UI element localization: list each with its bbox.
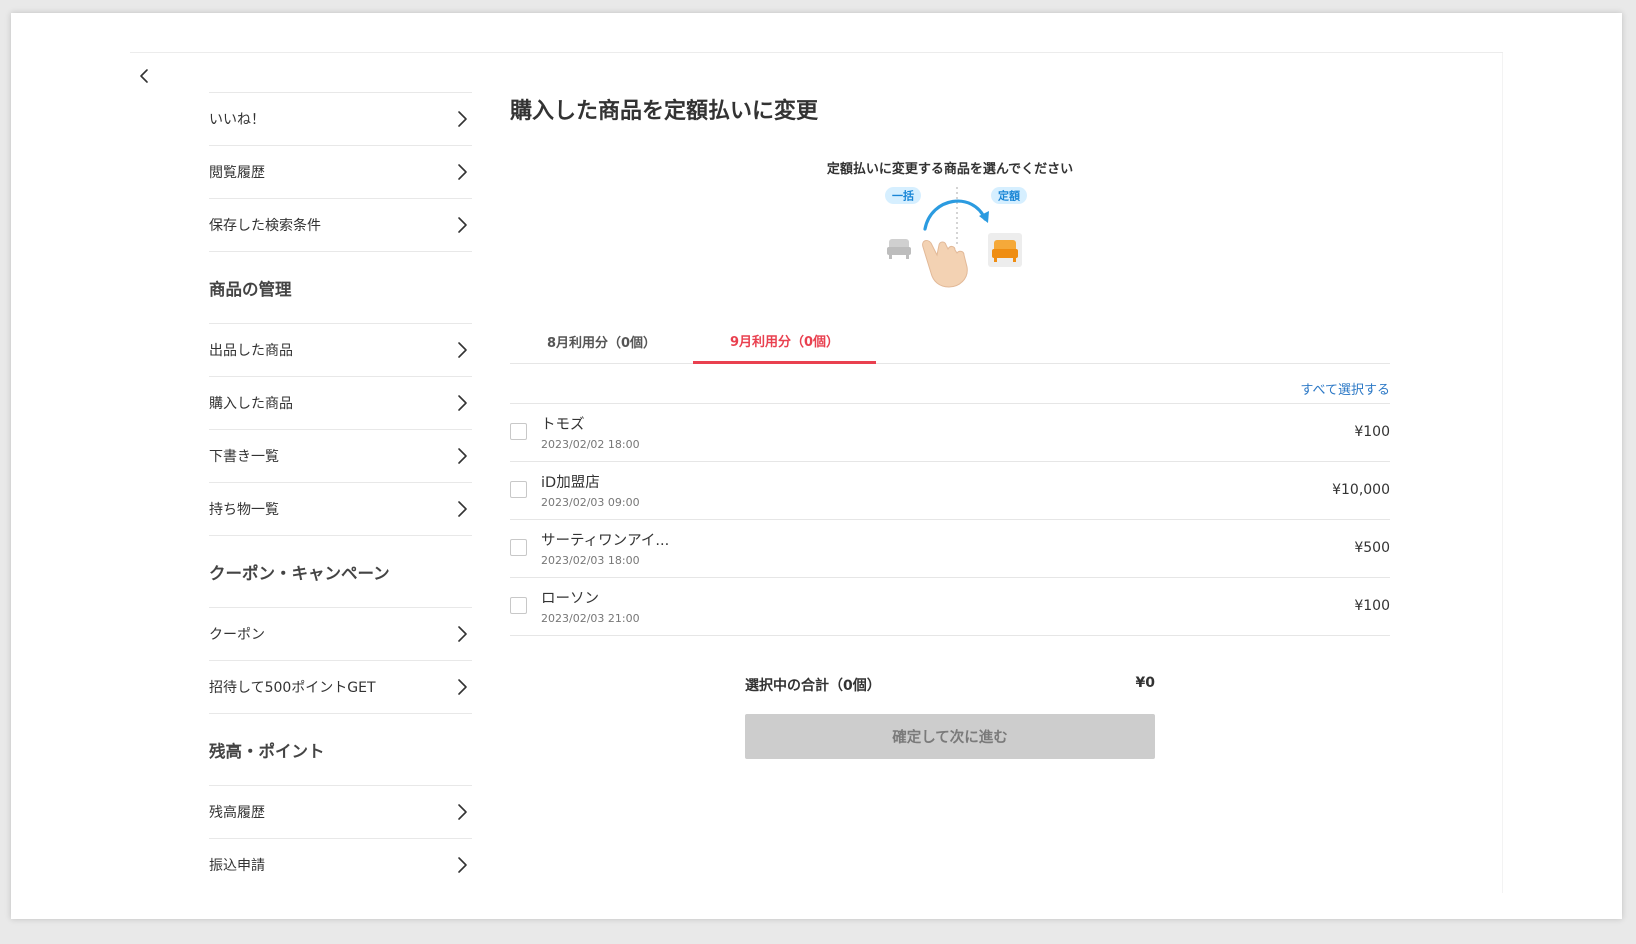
- item-amount: ¥10,000: [1332, 482, 1390, 498]
- chevron-right-icon: [458, 501, 467, 517]
- item-date: 2023/02/03 09:00: [541, 496, 640, 509]
- list-item: トモズ 2023/02/02 18:00 ¥100: [510, 404, 1390, 462]
- sidebar-item-invite[interactable]: 招待して500ポイントGET: [209, 660, 472, 713]
- sidebar-item-listed[interactable]: 出品した商品: [209, 323, 472, 376]
- fixed-badge-text: 定額: [998, 189, 1020, 203]
- curved-arrow-icon: [923, 199, 987, 231]
- selection-summary: 選択中の合計（0個） ¥0: [745, 675, 1155, 697]
- item-name: サーティワンアイ...: [541, 533, 670, 549]
- sidebar-item-label: 保存した検索条件: [209, 218, 321, 234]
- list-item: サーティワンアイ... 2023/02/03 18:00 ¥500: [510, 520, 1390, 578]
- sidebar-item-label: 振込申請: [209, 858, 265, 874]
- item-checkbox[interactable]: [510, 481, 527, 498]
- item-date: 2023/02/02 18:00: [541, 438, 640, 451]
- section-title-balance: 残高・ポイント: [209, 742, 325, 761]
- sidebar-item-purchased[interactable]: 購入した商品: [209, 376, 472, 429]
- item-amount: ¥100: [1354, 598, 1390, 614]
- item-amount: ¥500: [1354, 540, 1390, 556]
- item-checkbox[interactable]: [510, 597, 527, 614]
- sidebar-item-saved-searches[interactable]: 保存した検索条件: [209, 198, 472, 251]
- chevron-right-icon: [458, 164, 467, 180]
- payment-change-illustration: 一括 定額: [885, 187, 1027, 288]
- sidebar-item-transfer-request[interactable]: 振込申請: [209, 838, 472, 891]
- sidebar-item-label: 残高履歴: [209, 805, 265, 821]
- chevron-right-icon: [458, 111, 467, 127]
- sidebar-menu: いいね！ 閲覧履歴 保存した検索条件 商品の管理 出品した商品 購入した商品 下…: [209, 92, 472, 891]
- sidebar-item-likes[interactable]: いいね！: [209, 92, 472, 145]
- sidebar-item-label: 購入した商品: [209, 396, 293, 412]
- tab-label: 8月利用分（0個）: [546, 335, 657, 351]
- month-tabs: 8月利用分（0個） 9月利用分（0個）: [510, 319, 1390, 364]
- sidebar-item-label: 下書き一覧: [209, 449, 279, 465]
- sidebar-item-label: いいね！: [209, 112, 265, 128]
- chevron-right-icon: [458, 679, 467, 695]
- item-checkbox[interactable]: [510, 539, 527, 556]
- chevron-right-icon: [458, 448, 467, 464]
- confirm-next-button[interactable]: 確定して次に進む: [745, 714, 1155, 759]
- item-name: トモズ: [541, 417, 585, 433]
- item-amount: ¥100: [1354, 424, 1390, 440]
- section-title-item-management: 商品の管理: [209, 280, 292, 299]
- tab-label: 9月利用分（0個）: [729, 334, 840, 350]
- chevron-left-icon: [140, 69, 148, 83]
- sidebar-item-label: 招待して500ポイントGET: [209, 680, 376, 696]
- chevron-right-icon: [458, 395, 467, 411]
- summary-label: 選択中の合計（0個）: [745, 678, 881, 694]
- sidebar-item-history[interactable]: 閲覧履歴: [209, 145, 472, 198]
- back-button[interactable]: [131, 63, 157, 89]
- summary-total: ¥0: [1135, 675, 1155, 691]
- chevron-right-icon: [458, 804, 467, 820]
- orange-seat-icon: [988, 233, 1022, 267]
- sidebar-item-belongings[interactable]: 持ち物一覧: [209, 482, 472, 535]
- select-all-link[interactable]: すべて選択する: [1300, 379, 1390, 398]
- section-title-coupons: クーポン・キャンペーン: [209, 564, 390, 583]
- lump-sum-badge: 一括: [885, 187, 921, 204]
- chevron-right-icon: [458, 626, 467, 642]
- transaction-list: トモズ 2023/02/02 18:00 ¥100 iD加盟店 2023/02/…: [510, 403, 1390, 636]
- top-divider: [130, 52, 1503, 53]
- chevron-right-icon: [458, 217, 467, 233]
- sidebar-item-label: クーポン: [209, 627, 265, 643]
- pointing-hand-icon: [922, 239, 968, 288]
- item-name: iD加盟店: [541, 475, 600, 491]
- instruction-text: 定額払いに変更する商品を選んでください: [826, 162, 1074, 177]
- item-checkbox[interactable]: [510, 423, 527, 440]
- item-date: 2023/02/03 21:00: [541, 612, 640, 625]
- list-item: ローソン 2023/02/03 21:00 ¥100: [510, 578, 1390, 636]
- item-date: 2023/02/03 18:00: [541, 554, 640, 567]
- app-window: いいね！ 閲覧履歴 保存した検索条件 商品の管理 出品した商品 購入した商品 下…: [11, 13, 1622, 919]
- sidebar-item-label: 閲覧履歴: [209, 165, 265, 181]
- sidebar-item-label: 出品した商品: [209, 343, 293, 359]
- item-name: ローソン: [541, 591, 599, 607]
- chevron-right-icon: [458, 857, 467, 873]
- sidebar-item-balance-history[interactable]: 残高履歴: [209, 785, 472, 838]
- page-title: 購入した商品を定額払いに変更: [510, 99, 819, 124]
- chevron-right-icon: [458, 342, 467, 358]
- tab-september[interactable]: 9月利用分（0個）: [693, 319, 876, 364]
- gray-seat-icon: [887, 239, 911, 259]
- tab-august[interactable]: 8月利用分（0個）: [510, 319, 693, 363]
- fixed-badge: 定額: [991, 187, 1027, 204]
- sidebar-item-drafts[interactable]: 下書き一覧: [209, 429, 472, 482]
- right-divider: [1502, 53, 1503, 893]
- list-item: iD加盟店 2023/02/03 09:00 ¥10,000: [510, 462, 1390, 520]
- lump-sum-badge-text: 一括: [892, 189, 914, 203]
- sidebar-item-label: 持ち物一覧: [209, 502, 279, 518]
- sidebar-item-coupon[interactable]: クーポン: [209, 607, 472, 660]
